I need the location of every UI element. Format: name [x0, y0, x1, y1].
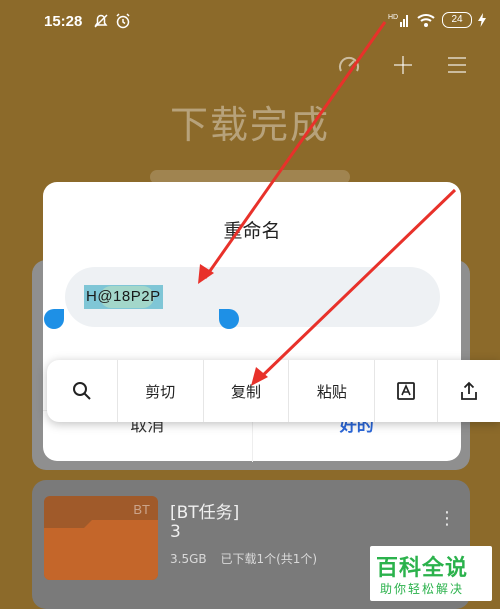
alarm-icon	[116, 13, 130, 29]
selected-text[interactable]: H@18P2P	[84, 285, 163, 309]
dialog-title: 重命名	[223, 220, 281, 242]
menu-paste[interactable]: 粘贴	[289, 360, 376, 422]
hd-signal-icon: HD	[388, 14, 408, 27]
task-status: 已下载1个(共1个)	[220, 552, 318, 566]
watermark-title: 百科全说	[376, 556, 469, 581]
status-right-icons: HD 24	[388, 12, 486, 28]
task-title: [BT任务]	[170, 503, 240, 523]
task-size: 3.5GB	[170, 552, 207, 566]
page-title: 下载完成	[169, 103, 330, 147]
share-icon	[461, 381, 477, 400]
svg-text:HD: HD	[388, 14, 398, 21]
text-context-menu: 剪切 复制 粘贴	[47, 360, 500, 422]
speed-icon[interactable]	[336, 52, 362, 78]
text-recognition-icon	[397, 382, 416, 400]
menu-text-recognition[interactable]	[375, 360, 439, 422]
watermark-subtitle: 助你轻松解决	[380, 582, 465, 596]
bell-off-icon	[94, 14, 108, 28]
status-bar: 15:28 HD 24	[0, 0, 500, 46]
status-left-icons	[92, 12, 132, 30]
task-meta: 3.5GB 已下载1个(共1个)	[170, 550, 327, 567]
filename-value: H@18P2P	[86, 288, 161, 305]
menu-copy[interactable]: 复制	[204, 360, 290, 422]
bt-tag: BT	[133, 502, 150, 517]
menu-icon[interactable]	[444, 52, 470, 78]
watermark-logo: 百科全说 助你轻松解决	[370, 546, 492, 601]
filename-input[interactable]: H@18P2P	[65, 267, 440, 327]
battery-icon: 24	[442, 12, 472, 28]
menu-search[interactable]	[47, 360, 118, 422]
task-thumbnail: BT	[44, 496, 158, 580]
selection-handle-end[interactable]	[219, 309, 239, 329]
menu-share[interactable]	[438, 360, 500, 422]
folder-icon	[44, 520, 158, 580]
selection-handle-start[interactable]	[44, 309, 64, 329]
menu-cut[interactable]: 剪切	[118, 360, 204, 422]
more-icon[interactable]: ⋮	[438, 508, 456, 529]
status-time: 15:28	[44, 13, 83, 30]
header-actions	[336, 52, 470, 78]
wifi-icon	[417, 14, 435, 27]
charging-icon	[478, 13, 486, 27]
plus-icon[interactable]	[390, 52, 416, 78]
search-icon	[72, 382, 91, 400]
task-title-line2: 3	[170, 522, 181, 542]
